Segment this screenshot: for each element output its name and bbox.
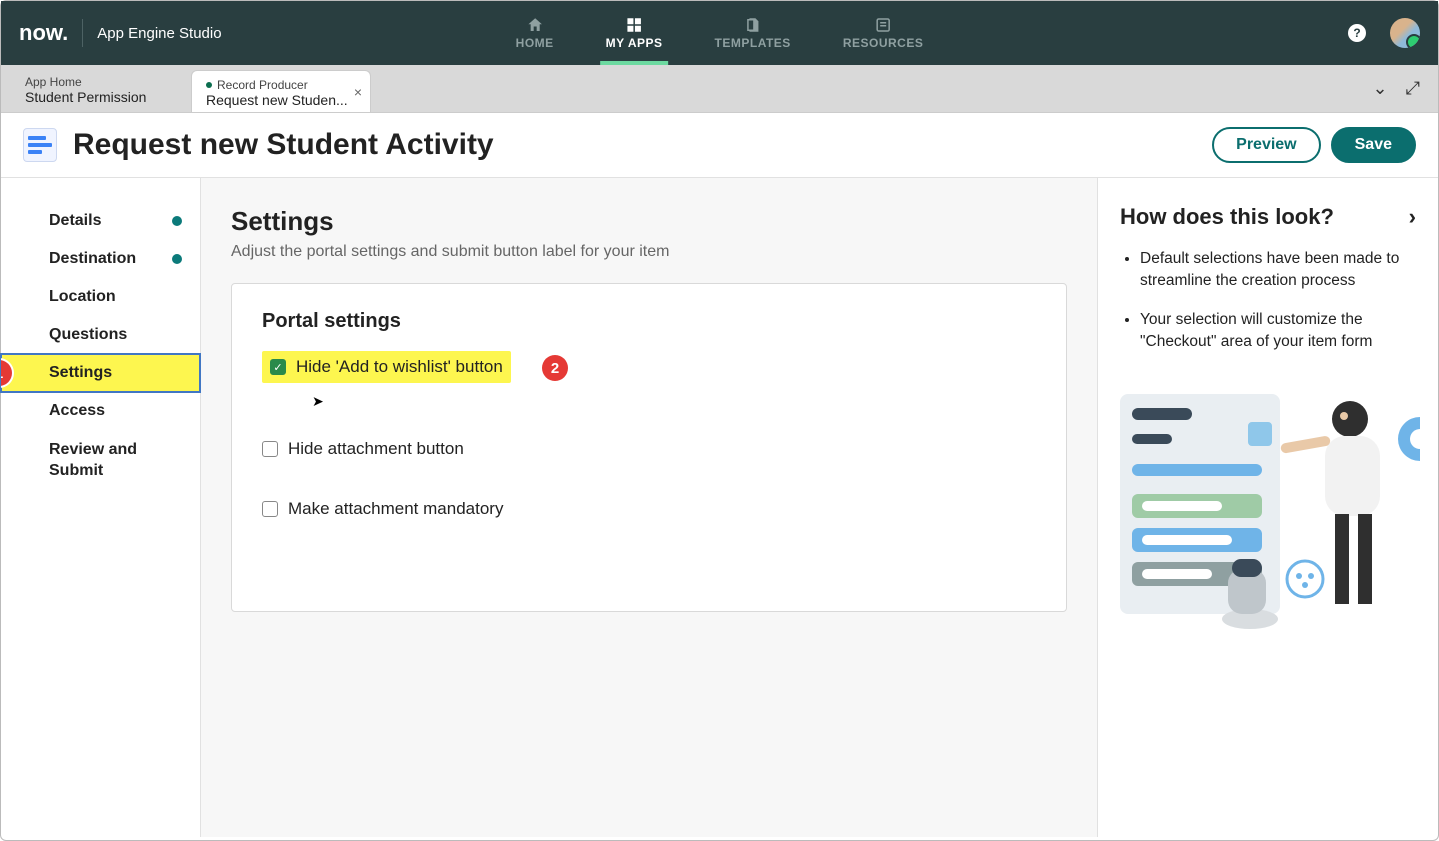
help-icon[interactable]: ?	[1348, 24, 1366, 42]
apps-icon	[625, 16, 643, 34]
brand-product: App Engine Studio	[97, 25, 221, 42]
tab2-bottom: Request new Studen...	[206, 92, 356, 108]
tab1-top: App Home	[25, 75, 177, 89]
sidebar-item-questions[interactable]: Questions	[1, 316, 200, 354]
nav-templates[interactable]: TEMPLATES	[709, 1, 797, 65]
brand-logo: now.	[19, 20, 68, 46]
sidebar-label: Destination	[49, 250, 136, 267]
option-label: Hide attachment button	[288, 439, 464, 459]
tab-record-producer[interactable]: Record Producer Request new Studen... ×	[191, 70, 371, 112]
sidebar: Details Destination Location Questions 1…	[1, 178, 201, 837]
tabs-bar: App Home Student Permission Record Produ…	[1, 65, 1438, 113]
sidebar-item-access[interactable]: Access	[1, 392, 200, 430]
expand-icon[interactable]: ⤢	[1406, 78, 1420, 99]
annotation-badge-2: 2	[542, 355, 568, 381]
sidebar-item-destination[interactable]: Destination	[1, 240, 200, 278]
checkbox-hide-attachment[interactable]	[262, 441, 278, 457]
resources-icon	[874, 16, 892, 34]
help-title: How does this look?	[1120, 204, 1334, 230]
nav-myapps-label: MY APPS	[606, 36, 663, 50]
panel-title: Portal settings	[262, 310, 1036, 333]
main: Details Destination Location Questions 1…	[1, 178, 1438, 837]
sidebar-label: Access	[49, 402, 105, 419]
sidebar-item-details[interactable]: Details	[1, 202, 200, 240]
templates-icon	[744, 16, 762, 34]
sidebar-label: Review and Submit	[49, 441, 137, 479]
form-icon	[23, 128, 57, 162]
nav-home-label: HOME	[516, 36, 554, 50]
option-label: Make attachment mandatory	[288, 499, 503, 519]
sidebar-label: Questions	[49, 326, 127, 343]
page-actions: Preview Save	[1212, 127, 1416, 163]
top-right: ?	[1348, 18, 1420, 48]
help-list: Default selections have been made to str…	[1120, 248, 1416, 354]
page-header: Request new Student Activity Preview Sav…	[1, 113, 1438, 178]
portal-settings-panel: Portal settings ✓ Hide 'Add to wishlist'…	[231, 283, 1067, 612]
sidebar-item-settings[interactable]: 1 Settings	[1, 354, 200, 392]
top-nav: HOME MY APPS TEMPLATES RESOURCES	[510, 1, 930, 65]
help-pane: How does this look? › Default selections…	[1098, 178, 1438, 837]
home-icon	[526, 16, 544, 34]
preview-button[interactable]: Preview	[1212, 127, 1320, 163]
option-mandatory-attachment[interactable]: Make attachment mandatory	[262, 491, 1036, 527]
nav-resources[interactable]: RESOURCES	[837, 1, 930, 65]
help-header: How does this look? ›	[1120, 204, 1416, 230]
content-heading: Settings	[231, 206, 1067, 237]
tab1-bottom: Student Permission	[25, 89, 177, 105]
help-illustration	[1120, 384, 1416, 664]
avatar[interactable]	[1390, 18, 1420, 48]
tab2-top-label: Record Producer	[217, 78, 308, 92]
content-subheading: Adjust the portal settings and submit bu…	[231, 243, 1067, 261]
nav-resources-label: RESOURCES	[843, 36, 924, 50]
close-icon[interactable]: ×	[354, 84, 362, 100]
sidebar-item-review[interactable]: Review and Submit	[1, 430, 200, 492]
page-title: Request new Student Activity	[73, 128, 494, 162]
option-hide-attachment[interactable]: Hide attachment button	[262, 431, 1036, 467]
cursor-icon: ➤	[312, 393, 324, 410]
chevron-right-icon[interactable]: ›	[1409, 204, 1416, 230]
option-label: Hide 'Add to wishlist' button	[296, 357, 503, 377]
top-header: now. App Engine Studio HOME MY APPS TEMP…	[1, 1, 1438, 65]
checkbox-hide-wishlist[interactable]: ✓	[270, 359, 286, 375]
chevron-down-icon[interactable]: ⌄	[1373, 78, 1388, 99]
nav-templates-label: TEMPLATES	[715, 36, 791, 50]
sidebar-label: Details	[49, 212, 101, 229]
unsaved-dot-icon	[206, 82, 212, 88]
checkbox-mandatory-attachment[interactable]	[262, 501, 278, 517]
brand-divider	[82, 19, 83, 47]
nav-myapps[interactable]: MY APPS	[600, 1, 669, 65]
tabs-right: ⌄ ⤢	[1373, 65, 1439, 112]
option-hide-wishlist[interactable]: ✓ Hide 'Add to wishlist' button	[262, 351, 511, 383]
help-bullet: Default selections have been made to str…	[1140, 248, 1416, 293]
sidebar-label: Settings	[49, 364, 112, 381]
content: Settings Adjust the portal settings and …	[201, 178, 1098, 837]
sidebar-label: Location	[49, 288, 116, 305]
status-dot-icon	[172, 254, 182, 264]
status-dot-icon	[172, 216, 182, 226]
help-bullet: Your selection will customize the "Check…	[1140, 309, 1416, 354]
sidebar-item-location[interactable]: Location	[1, 278, 200, 316]
tab2-top: Record Producer	[206, 78, 356, 92]
tab-app-home[interactable]: App Home Student Permission	[11, 65, 191, 112]
nav-home[interactable]: HOME	[510, 1, 560, 65]
brand-block: now. App Engine Studio	[19, 19, 222, 47]
save-button[interactable]: Save	[1331, 127, 1416, 163]
annotation-badge-1: 1	[1, 360, 12, 386]
